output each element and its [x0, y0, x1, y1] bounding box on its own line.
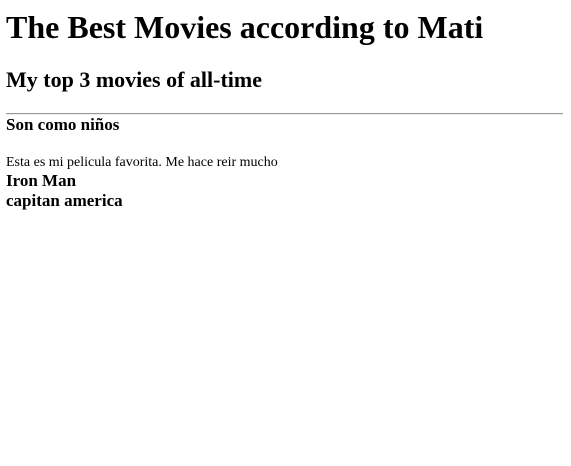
page-title: The Best Movies according to Mati — [6, 9, 484, 45]
page-subtitle: My top 3 movies of all-time — [6, 67, 262, 92]
movie-description-1: Esta es mi pelicula favorita. Me hace re… — [6, 155, 278, 170]
movie-title-3: capitan america — [6, 191, 123, 210]
movie-title-2: Iron Man — [6, 171, 77, 190]
movie-title-1: Son como niños — [6, 115, 120, 134]
page-content: The Best Movies according to Mati My top… — [0, 0, 571, 211]
